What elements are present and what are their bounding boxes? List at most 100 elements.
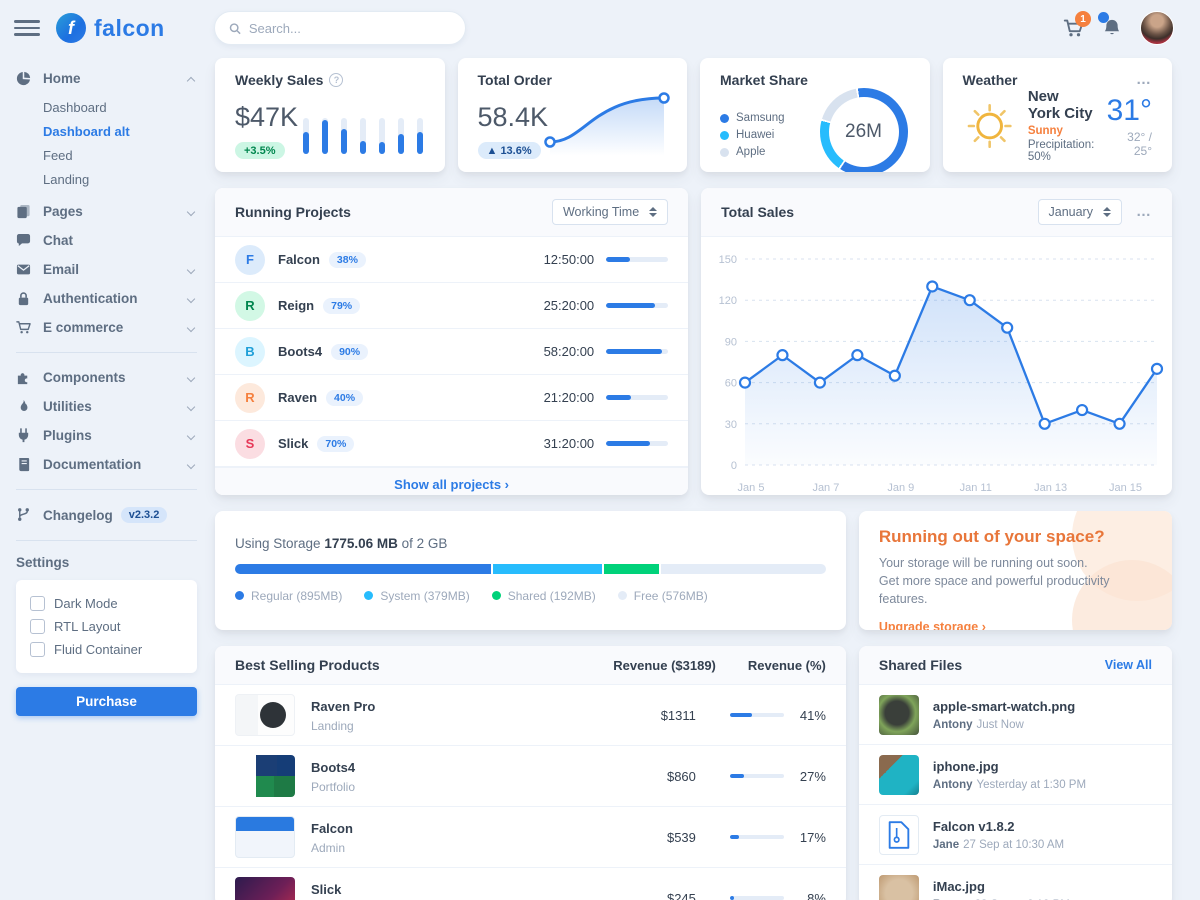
svg-text:30: 30 <box>725 419 737 431</box>
working-time-select[interactable]: Working Time <box>552 199 668 225</box>
logo-text: falcon <box>94 15 165 42</box>
plug-icon <box>16 428 32 444</box>
project-name-link[interactable]: Falcon <box>278 252 320 267</box>
project-percent-badge: 90% <box>331 344 368 360</box>
project-name-link[interactable]: Reign <box>278 298 314 313</box>
file-time: Just Now <box>977 719 1024 731</box>
checkbox-icon[interactable] <box>30 642 45 657</box>
chevron-down-icon <box>187 265 195 273</box>
logo[interactable]: f falcon <box>56 13 214 43</box>
project-progress-fill <box>606 257 630 262</box>
weekly-sales-bar <box>379 118 385 154</box>
month-select[interactable]: January <box>1038 199 1122 225</box>
sidebar-item-dashboard[interactable]: Dashboard <box>43 95 197 119</box>
svg-text:Jan 15: Jan 15 <box>1109 482 1142 494</box>
project-percent-badge: 79% <box>323 298 360 314</box>
search-input-wrapper[interactable] <box>214 11 466 45</box>
weekly-sales-value: $47K <box>235 102 298 133</box>
market-share-title: Market Share <box>720 72 808 88</box>
file-name-link[interactable]: iMac.jpg <box>933 879 985 894</box>
sidebar-item-home[interactable]: Home <box>16 64 197 93</box>
sidebar-item-chat[interactable]: Chat <box>16 226 197 255</box>
total-sales-menu-button[interactable]: … <box>1136 208 1152 216</box>
shared-files-card: Shared Files View All apple-smart-watch.… <box>859 646 1172 900</box>
file-info: iMac.jpgRowen23 Sep at 6:10 PM <box>933 878 1070 900</box>
search-input[interactable] <box>249 21 451 36</box>
sidebar-item-pages[interactable]: Pages <box>16 197 197 226</box>
total-order-line-chart <box>540 84 675 158</box>
settings-option-fluid-container[interactable]: Fluid Container <box>30 638 183 661</box>
sidebar-item-components[interactable]: Components <box>16 363 197 392</box>
project-name-link[interactable]: Raven <box>278 390 317 405</box>
product-thumbnail <box>235 694 295 736</box>
storage-segment-free <box>661 564 826 574</box>
sidebar-item-documentation[interactable]: Documentation <box>16 450 197 479</box>
product-name-link[interactable]: Slick <box>311 882 341 897</box>
user-avatar[interactable] <box>1140 11 1174 45</box>
main-content: Weekly Sales ? $47K +3.5% Total Order 58… <box>215 56 1200 898</box>
project-name-link[interactable]: Slick <box>278 436 308 451</box>
checkbox-icon[interactable] <box>30 596 45 611</box>
product-name-link[interactable]: Raven Pro <box>311 699 375 714</box>
file-name-link[interactable]: iphone.jpg <box>933 759 999 774</box>
purchase-button[interactable]: Purchase <box>16 687 197 716</box>
total-sales-title: Total Sales <box>721 204 794 220</box>
weekly-sales-bar <box>417 118 423 154</box>
view-all-link[interactable]: View All <box>1105 658 1152 672</box>
product-name-link[interactable]: Boots4 <box>311 760 355 775</box>
file-name-link[interactable]: apple-smart-watch.png <box>933 699 1075 714</box>
storage-legend: Regular (895MB)System (379MB)Shared (192… <box>235 586 826 605</box>
product-pct-group: 41% <box>696 708 826 723</box>
weather-temp: 31° <box>1106 94 1152 128</box>
sidebar: HomeDashboardDashboard altFeedLanding Pag… <box>0 56 215 898</box>
product-row: Boots4Portfolio$86027% <box>215 746 846 807</box>
storage-legend-item: System (379MB) <box>364 586 469 605</box>
sidebar-item-label: Chat <box>43 233 197 248</box>
product-pct-bar <box>730 835 784 839</box>
best-selling-card: Best Selling Products Revenue ($3189) Re… <box>215 646 846 900</box>
sidebar-item-e-commerce[interactable]: E commerce <box>16 313 197 342</box>
storage-legend-item: Shared (192MB) <box>492 586 596 605</box>
best-selling-title: Best Selling Products <box>235 657 481 673</box>
settings-option-dark-mode[interactable]: Dark Mode <box>30 592 183 615</box>
cart-button[interactable]: 1 <box>1063 18 1084 38</box>
sidebar-item-utilities[interactable]: Utilities <box>16 392 197 421</box>
sidebar-item-dashboard-alt[interactable]: Dashboard alt <box>43 119 197 143</box>
project-progress-bar <box>606 441 668 446</box>
sidebar-item-label: Utilities <box>43 399 188 414</box>
file-name-link[interactable]: Falcon v1.8.2 <box>933 819 1015 834</box>
promo-body: Your storage will be running out soon. G… <box>879 554 1111 608</box>
product-thumbnail <box>235 816 295 858</box>
show-all-projects-link[interactable]: Show all projects › <box>394 477 509 492</box>
project-name-link[interactable]: Boots4 <box>278 344 322 359</box>
sidebar-item-email[interactable]: Email <box>16 255 197 284</box>
help-icon[interactable]: ? <box>329 73 343 87</box>
weather-card: Weather … New York City Sunny Precipitat… <box>943 58 1173 172</box>
legend-item-samsung: Samsung <box>720 110 785 127</box>
sidebar-item-landing[interactable]: Landing <box>43 167 197 191</box>
project-progress-group: 21:20:00 <box>544 390 669 405</box>
weather-menu-button[interactable]: … <box>1136 76 1152 84</box>
chevron-up-icon <box>187 76 195 84</box>
notifications-button[interactable] <box>1102 18 1122 38</box>
weather-title: Weather <box>963 72 1018 88</box>
product-name-link[interactable]: Falcon <box>311 821 353 836</box>
pie-chart-icon <box>16 71 32 87</box>
sidebar-divider <box>16 540 197 541</box>
project-progress-group: 31:20:00 <box>544 436 669 451</box>
settings-option-rtl-layout[interactable]: RTL Layout <box>30 615 183 638</box>
product-pct-bar <box>730 896 784 900</box>
product-revenue: $860 <box>536 769 696 784</box>
checkbox-label: RTL Layout <box>54 619 121 634</box>
sidebar-item-authentication[interactable]: Authentication <box>16 284 197 313</box>
chevron-down-icon <box>187 402 195 410</box>
sidebar-divider <box>16 489 197 490</box>
menu-toggle-icon[interactable] <box>14 15 40 41</box>
upgrade-storage-link[interactable]: Upgrade storage › <box>879 620 986 630</box>
storage-used: 1775.06 MB <box>324 536 398 551</box>
sidebar-item-plugins[interactable]: Plugins <box>16 421 197 450</box>
sidebar-item-feed[interactable]: Feed <box>43 143 197 167</box>
checkbox-icon[interactable] <box>30 619 45 634</box>
sidebar-item-changelog[interactable]: Changelog v2.3.2 <box>16 500 197 530</box>
svg-text:Jan 11: Jan 11 <box>960 482 992 494</box>
